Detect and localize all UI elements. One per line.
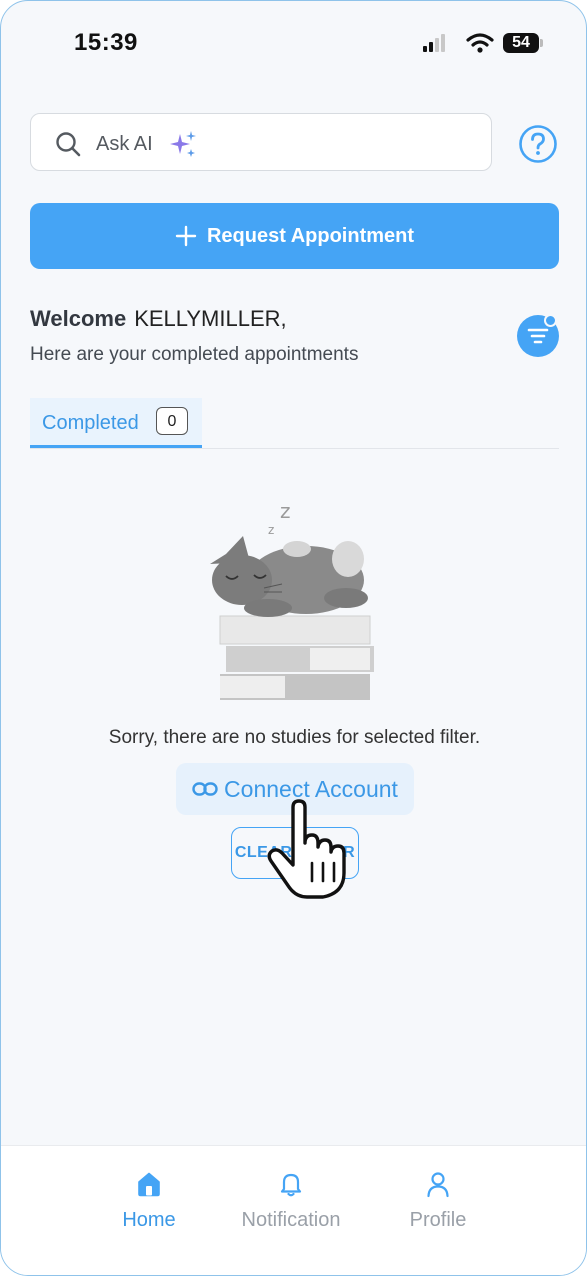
filter-active-dot — [544, 314, 557, 327]
nav-notification[interactable]: Notification — [231, 1170, 351, 1232]
request-appointment-button[interactable]: Request Appointment — [30, 203, 559, 269]
nav-home-label: Home — [122, 1209, 176, 1231]
welcome-greeting: Welcome — [30, 306, 127, 331]
tab-divider — [30, 448, 559, 449]
ask-ai-search[interactable]: Ask AI — [30, 113, 492, 171]
user-icon — [427, 1172, 449, 1198]
empty-state-message: Sorry, there are no studies for selected… — [108, 727, 481, 748]
tab-completed[interactable]: Completed 0 — [30, 398, 202, 448]
svg-text:z: z — [280, 499, 291, 523]
bottom-nav: Home Notification Profile — [1, 1145, 586, 1275]
sparkle-icon — [170, 131, 196, 157]
home-icon — [138, 1172, 160, 1197]
search-icon — [56, 132, 81, 157]
status-icons: 54 — [421, 32, 543, 54]
welcome-subtitle: Here are your completed appointments — [30, 344, 359, 365]
status-time: 15:39 — [74, 29, 138, 56]
battery-level: 54 — [512, 34, 530, 51]
hand-pointer-icon — [267, 799, 346, 899]
sleeping-cat-illustration: z z — [210, 499, 374, 700]
wifi-icon — [466, 33, 494, 53]
user-name: KELLYMILLER, — [134, 306, 287, 331]
bell-icon — [280, 1173, 302, 1197]
link-icon — [192, 779, 218, 799]
welcome-heading: Welcome KELLYMILLER, — [30, 306, 287, 332]
tab-completed-label: Completed — [42, 412, 139, 434]
tab-completed-count: 0 — [156, 407, 188, 435]
search-placeholder: Ask AI — [96, 133, 153, 155]
help-icon[interactable] — [518, 124, 558, 164]
nav-notification-label: Notification — [241, 1209, 341, 1231]
battery-icon: 54 — [503, 33, 543, 53]
svg-text:z: z — [268, 523, 274, 537]
nav-home[interactable]: Home — [106, 1170, 192, 1232]
nav-profile[interactable]: Profile — [396, 1170, 480, 1232]
phone-screen: 15:39 54 Ask AI Request Appointment Welc… — [0, 0, 587, 1276]
nav-profile-label: Profile — [409, 1209, 467, 1231]
filter-button[interactable] — [517, 314, 559, 357]
request-appointment-label: Request Appointment — [206, 224, 415, 247]
signal-icon — [423, 34, 445, 52]
plus-icon — [175, 225, 197, 247]
